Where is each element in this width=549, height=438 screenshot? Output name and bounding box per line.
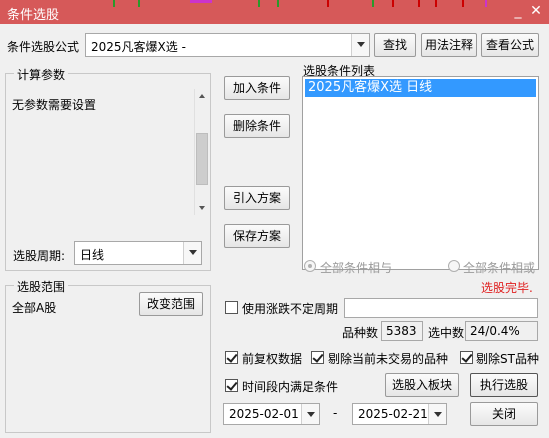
chevron-down-icon[interactable] xyxy=(301,404,319,424)
background-chart-line xyxy=(392,0,394,7)
forward-adjust-checkbox[interactable] xyxy=(225,351,238,364)
change-range-button[interactable]: 改变范围 xyxy=(139,292,203,316)
total-count-label: 品种数 xyxy=(342,326,379,340)
period-select[interactable]: 日线 xyxy=(74,241,202,265)
background-chart-line xyxy=(138,0,140,7)
background-chart-line xyxy=(418,0,420,7)
end-date-value: 2025-02-21 xyxy=(358,407,428,421)
exclude-untraded-checkbox[interactable] xyxy=(311,351,324,364)
params-group-title: 计算参数 xyxy=(14,66,69,83)
add-condition-button[interactable]: 加入条件 xyxy=(224,76,290,100)
params-message: 无参数需要设置 xyxy=(12,98,97,112)
chevron-down-icon[interactable] xyxy=(351,34,369,56)
and-radio[interactable] xyxy=(304,260,316,272)
background-chart-line xyxy=(485,0,487,7)
selected-count-label: 选中数 xyxy=(428,326,465,340)
dialog-body: 条件选股公式 2025凡客爆X选 - 查找 用法注释 查看公式 计算参数 无参数… xyxy=(0,24,549,438)
close-button[interactable]: 关闭 xyxy=(470,402,538,426)
end-date-picker[interactable]: 2025-02-21 xyxy=(352,403,447,425)
uncertain-period-label: 使用涨跌不定周期 xyxy=(242,302,339,316)
select-to-board-button[interactable]: 选股入板块 xyxy=(385,373,459,397)
background-chart-line xyxy=(462,0,464,7)
background-chart-line xyxy=(113,0,115,7)
forward-adjust-label: 前复权数据 xyxy=(242,352,303,366)
period-label: 选股周期: xyxy=(13,249,66,263)
import-plan-button[interactable]: 引入方案 xyxy=(224,186,290,210)
window-title: 条件选股 xyxy=(7,8,60,23)
title-bar: 条件选股 _ ✕ xyxy=(0,0,549,24)
or-radio[interactable] xyxy=(448,260,460,272)
formula-select-value: 2025凡客爆X选 - xyxy=(91,40,186,54)
execute-button[interactable]: 执行选股 xyxy=(470,373,538,397)
formula-label: 条件选股公式 xyxy=(7,40,80,54)
scroll-down-icon[interactable] xyxy=(195,201,208,215)
range-group-title: 选股范围 xyxy=(14,278,69,295)
save-plan-button[interactable]: 保存方案 xyxy=(224,224,290,248)
period-satisfy-checkbox[interactable] xyxy=(225,379,238,392)
exclude-st-label: 剔除ST品种 xyxy=(476,352,539,366)
period-select-value: 日线 xyxy=(80,248,105,262)
params-group: 计算参数 无参数需要设置 选股周期: 日线 xyxy=(5,66,211,271)
background-chart-line xyxy=(327,0,329,7)
usage-notes-button[interactable]: 用法注释 xyxy=(421,33,477,57)
chevron-down-icon[interactable] xyxy=(428,404,446,424)
uncertain-period-input[interactable] xyxy=(344,298,538,318)
background-chart-line xyxy=(435,0,437,7)
formula-select[interactable]: 2025凡客爆X选 - xyxy=(85,33,370,57)
and-radio-label: 全部条件相与 xyxy=(320,261,393,275)
exclude-untraded-label: 剔除当前未交易的品种 xyxy=(328,352,449,366)
exclude-st-checkbox[interactable] xyxy=(460,351,473,364)
date-separator: - xyxy=(333,406,338,420)
background-chart-line xyxy=(258,0,260,7)
uncertain-period-checkbox[interactable] xyxy=(225,301,238,314)
find-button[interactable]: 查找 xyxy=(374,33,416,57)
period-satisfy-label: 时间段内满足条件 xyxy=(242,380,339,394)
total-count-field: 5383 xyxy=(381,321,423,341)
conditions-list[interactable]: 2025凡客爆X选 日线 xyxy=(302,76,539,270)
start-date-picker[interactable]: 2025-02-01 xyxy=(223,403,320,425)
scroll-thumb[interactable] xyxy=(196,133,208,185)
delete-condition-button[interactable]: 删除条件 xyxy=(224,114,290,138)
view-formula-button[interactable]: 查看公式 xyxy=(481,33,539,57)
params-scrollbar[interactable] xyxy=(194,89,208,215)
range-group: 选股范围 全部A股 改变范围 xyxy=(5,278,211,433)
background-chart-line xyxy=(277,0,279,7)
start-date-value: 2025-02-01 xyxy=(229,407,299,421)
range-value: 全部A股 xyxy=(12,301,57,315)
chevron-down-icon[interactable] xyxy=(183,242,201,264)
close-icon[interactable]: ✕ xyxy=(528,3,544,19)
condition-item[interactable]: 2025凡客爆X选 日线 xyxy=(305,79,536,97)
background-chart-line xyxy=(372,0,374,7)
selected-count-field: 24/0.4% xyxy=(465,321,538,341)
background-chart-line xyxy=(190,0,212,3)
or-radio-label: 全部条件相或 xyxy=(463,261,536,275)
minimize-button[interactable]: _ xyxy=(510,3,526,19)
status-text: 选股完毕. xyxy=(481,281,533,295)
scroll-up-icon[interactable] xyxy=(195,89,208,103)
